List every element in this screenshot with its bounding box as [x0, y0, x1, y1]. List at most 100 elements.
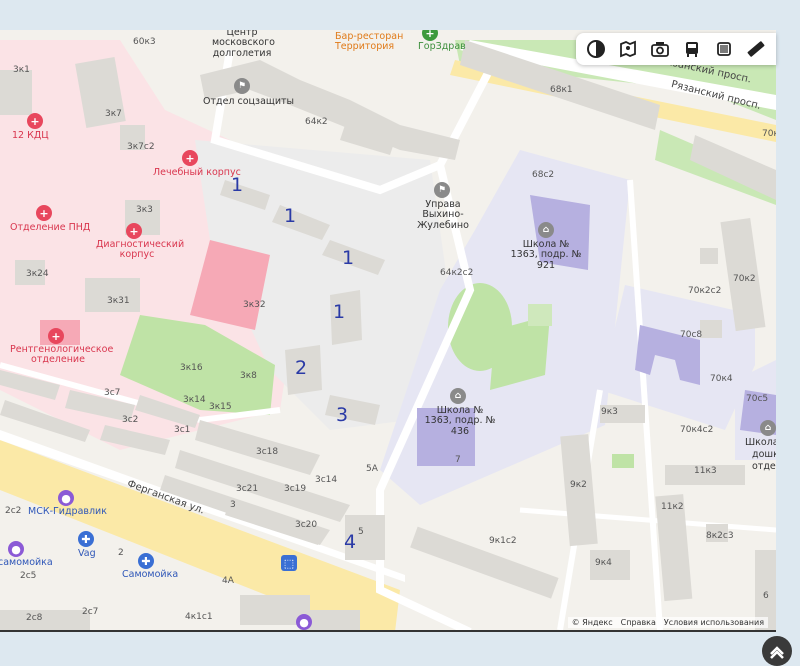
building-label: 3к31 — [107, 296, 130, 306]
poi-label-gorzdrav[interactable]: ГорЗдрав — [418, 41, 466, 52]
panorama-icon — [620, 40, 636, 58]
ruler-button[interactable] — [740, 35, 772, 63]
building-label: 3к16 — [180, 363, 203, 373]
page-frame: 60к3 3к1 3к7 3к7с2 3к3 3к24 3к31 3к32 3к… — [0, 0, 800, 666]
marker-number: 4 — [344, 531, 357, 553]
building-label: 64к2 — [305, 117, 328, 127]
poi-label-lech[interactable]: Лечебный корпус — [153, 167, 241, 178]
poi-label-uprava[interactable]: Управа Выхино-Жулебино — [404, 199, 482, 231]
copyright-text: © Яндекс — [571, 618, 613, 627]
hospital-icon[interactable]: + — [126, 223, 142, 239]
building-label: 3к1 — [13, 65, 30, 75]
building-label: 3с2 — [122, 415, 139, 425]
map-toolbar — [576, 33, 776, 65]
help-link[interactable]: Справка — [621, 618, 656, 627]
square-button[interactable] — [708, 35, 740, 63]
chevron-up-icon — [770, 646, 784, 659]
flag-icon[interactable]: ⚑ — [434, 182, 450, 198]
poi-label-school-right[interactable]: отдел — [752, 461, 776, 472]
building-label: 64к2с2 — [440, 268, 474, 278]
building-label: 2с8 — [26, 613, 43, 623]
school-icon[interactable]: ⌂ — [450, 388, 466, 404]
marker-number: 2 — [295, 357, 308, 379]
building-label: 11к2 — [661, 502, 684, 512]
school-icon[interactable]: ⌂ — [760, 420, 776, 436]
poi-label-samomoyka[interactable]: Самомойка — [122, 569, 178, 580]
building-label: 70к — [762, 129, 776, 139]
poi-label-kdc[interactable]: 12 КДЦ — [12, 130, 49, 141]
building-label: 7 — [455, 455, 461, 465]
poi-label-rentgen[interactable]: Рентгенологическое отделение — [10, 344, 113, 366]
poi-label-msk[interactable]: МСК-Гидравлик — [28, 506, 107, 517]
poi-label-school-right[interactable]: Школа — [745, 437, 776, 448]
poi-label-diag[interactable]: Диагностический корпус — [96, 239, 184, 261]
marker-number: 1 — [333, 301, 346, 323]
ruler-icon — [747, 41, 765, 57]
poi-label-school-right[interactable]: дошко — [752, 449, 776, 460]
building-label: 2с2 — [5, 506, 22, 516]
carwash-icon[interactable]: ✚ — [138, 553, 154, 569]
building-label: 3к15 — [209, 402, 232, 412]
poi-label-socz[interactable]: Отдел соцзащиты — [203, 96, 294, 107]
marker-number: 3 — [336, 404, 349, 426]
building-label: 3с1 — [174, 425, 191, 435]
building-label: 3с7 — [104, 388, 121, 398]
building-label: 3к7 — [105, 109, 122, 119]
building-label: 8к2с3 — [706, 531, 734, 541]
bus-stop-icon[interactable]: ⬚ — [281, 555, 297, 571]
building-label: 3с18 — [256, 447, 279, 457]
poi-label-samomoyka2[interactable]: самомойка — [0, 557, 53, 568]
poi-label-center[interactable]: Центр московского долголетия — [212, 30, 275, 59]
store-icon[interactable]: ● — [8, 541, 24, 557]
building-label: 2с7 — [82, 607, 99, 617]
poi-label-bar[interactable]: Бар-ресторан Территория — [335, 31, 405, 53]
building-label: 3к24 — [26, 269, 49, 279]
hospital-icon[interactable]: + — [27, 113, 43, 129]
building-label: 2с5 — [20, 571, 37, 581]
poi-label-school436[interactable]: Школа № 1363, подр. № 436 — [424, 405, 496, 437]
transit-icon — [686, 42, 698, 57]
map-footer: © Яндекс Справка Условия использования — [567, 617, 768, 628]
hospital-icon[interactable]: + — [182, 150, 198, 166]
map-view[interactable]: 60к3 3к1 3к7 3к7с2 3к3 3к24 3к31 3к32 3к… — [0, 30, 776, 632]
building-label: 3 — [230, 500, 236, 510]
building-label: 3с19 — [284, 484, 307, 494]
store-icon[interactable]: ● — [296, 614, 312, 630]
building-label: 68с2 — [532, 170, 555, 180]
layers-icon — [587, 40, 605, 58]
building-label: 60к3 — [133, 37, 156, 47]
building-label: 5 — [358, 527, 364, 537]
building-label: 9к1с2 — [489, 536, 517, 546]
building-label: 3к3 — [136, 205, 153, 215]
camera-button[interactable] — [644, 35, 676, 63]
store-icon[interactable]: ● — [58, 490, 74, 506]
building-label: 70к2 — [733, 274, 756, 284]
camera-icon — [651, 42, 669, 57]
school-icon[interactable]: ⌂ — [538, 222, 554, 238]
poi-label-pnd[interactable]: Отделение ПНД — [10, 222, 90, 233]
building-label: 3с14 — [315, 475, 338, 485]
layers-button[interactable] — [580, 35, 612, 63]
transit-button[interactable] — [676, 35, 708, 63]
building-label: 3с21 — [236, 484, 259, 494]
building-label: 2 — [118, 548, 124, 558]
building-label: 70с8 — [680, 330, 703, 340]
carwash-icon[interactable]: ✚ — [78, 531, 94, 547]
marker-number: 1 — [342, 247, 355, 269]
building-label: 3с20 — [295, 520, 318, 530]
marker-number: 1 — [231, 174, 244, 196]
flag-icon[interactable]: ⚑ — [234, 78, 250, 94]
building-label: 5А — [366, 464, 378, 474]
building-label: 3к32 — [243, 300, 266, 310]
hospital-icon[interactable]: + — [36, 205, 52, 221]
scroll-top-button[interactable] — [762, 636, 792, 666]
building-label: 68к1 — [550, 85, 573, 95]
poi-label-school921[interactable]: Школа № 1363, подр. № 921 — [510, 239, 582, 271]
building-label: 4А — [222, 576, 234, 586]
poi-label-vag[interactable]: Vag — [78, 548, 96, 559]
terms-link[interactable]: Условия использования — [664, 618, 764, 627]
panorama-button[interactable] — [612, 35, 644, 63]
building-label: 11к3 — [694, 466, 717, 476]
building-label: 70к4с2 — [680, 425, 714, 435]
hospital-icon[interactable]: + — [48, 328, 64, 344]
